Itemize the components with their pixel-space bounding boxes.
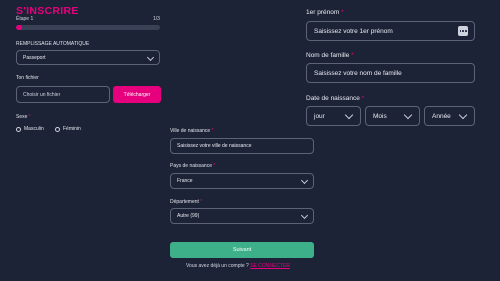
sex-label: Sexe *: [16, 114, 31, 120]
file-label: Ton fichier: [16, 75, 39, 81]
progress-bar: [16, 25, 160, 30]
birth-country-select[interactable]: France: [170, 173, 314, 189]
upload-button[interactable]: Télécharger: [113, 86, 161, 103]
step-label: Étape 1: [16, 16, 34, 22]
progress-fill: [16, 25, 22, 30]
first-name-placeholder: Saisissez votre 1er prénom: [314, 27, 393, 35]
radio-masculin[interactable]: [16, 126, 21, 132]
birth-year-value: Année: [432, 112, 451, 120]
file-choose-label: Choisir un fichier: [23, 91, 61, 98]
department-label: Département *: [170, 199, 202, 205]
first-name-label-text: 1er prénom: [306, 9, 340, 16]
sex-option-masculin[interactable]: Masculin: [16, 126, 44, 132]
chevron-down-icon: [403, 110, 413, 120]
birth-country-value: France: [177, 178, 193, 184]
login-prompt: Vous avez déjà un compte ? SE CONNECTER: [186, 263, 290, 269]
department-label-text: Département: [170, 199, 199, 205]
last-name-placeholder: Saisissez votre nom de famille: [314, 69, 402, 77]
required-mark: *: [351, 52, 354, 59]
chevron-down-icon: [300, 211, 309, 220]
chevron-down-icon: [344, 110, 354, 120]
login-question: Vous avez déjà un compte ?: [186, 263, 249, 269]
autofill-select[interactable]: Passeport: [16, 50, 160, 65]
birth-day-value: jour: [314, 112, 325, 120]
required-mark: *: [211, 128, 214, 134]
radio-feminin[interactable]: [55, 126, 60, 132]
chevron-down-icon: [300, 176, 309, 185]
birth-city-label-text: Ville de naissance: [170, 128, 211, 134]
file-choose-button[interactable]: Choisir un fichier: [16, 86, 110, 103]
autofill-value: Passeport: [23, 54, 46, 61]
sex-option-label: Féminin: [63, 126, 81, 132]
last-name-label-text: Nom de famille: [306, 52, 350, 59]
required-mark: *: [200, 199, 203, 205]
login-link[interactable]: SE CONNECTER: [250, 263, 290, 269]
birth-month-value: Mois: [373, 112, 387, 120]
birth-city-placeholder: Saisissez votre ville de naissance: [177, 143, 252, 149]
required-mark: *: [28, 114, 31, 120]
last-name-input[interactable]: Saisissez votre nom de famille: [306, 63, 475, 83]
department-value: Autre (99): [177, 213, 200, 219]
autofill-label: REMPLISSAGE AUTOMATIQUE: [16, 41, 90, 47]
required-mark: *: [361, 95, 365, 102]
first-name-input[interactable]: Saisissez votre 1er prénom: [306, 21, 475, 41]
birth-country-label: Pays de naissance *: [170, 163, 215, 169]
birth-day-select[interactable]: jour: [306, 106, 361, 126]
step-count: 1/3: [153, 16, 160, 22]
birth-year-select[interactable]: Année: [424, 106, 475, 126]
next-button[interactable]: Suivant: [170, 242, 314, 258]
last-name-label: Nom de famille *: [306, 52, 354, 59]
birth-date-label: Date de naissance *: [306, 95, 364, 102]
chevron-down-icon: [458, 110, 468, 120]
birth-month-select[interactable]: Mois: [365, 106, 420, 126]
first-name-label: 1er prénom *: [306, 9, 344, 16]
birth-country-label-text: Pays de naissance: [170, 163, 212, 169]
sex-option-feminin[interactable]: Féminin: [55, 126, 81, 132]
birth-city-label: Ville de naissance *: [170, 128, 214, 134]
birth-date-label-text: Date de naissance: [306, 95, 360, 102]
department-select[interactable]: Autre (99): [170, 208, 314, 224]
sex-label-text: Sexe: [16, 114, 28, 120]
required-mark: *: [213, 163, 216, 169]
sex-option-label: Masculin: [24, 126, 44, 132]
required-mark: *: [341, 9, 344, 16]
chevron-down-icon: [146, 53, 155, 61]
password-manager-icon[interactable]: [458, 26, 468, 36]
birth-city-input[interactable]: Saisissez votre ville de naissance: [170, 138, 314, 154]
